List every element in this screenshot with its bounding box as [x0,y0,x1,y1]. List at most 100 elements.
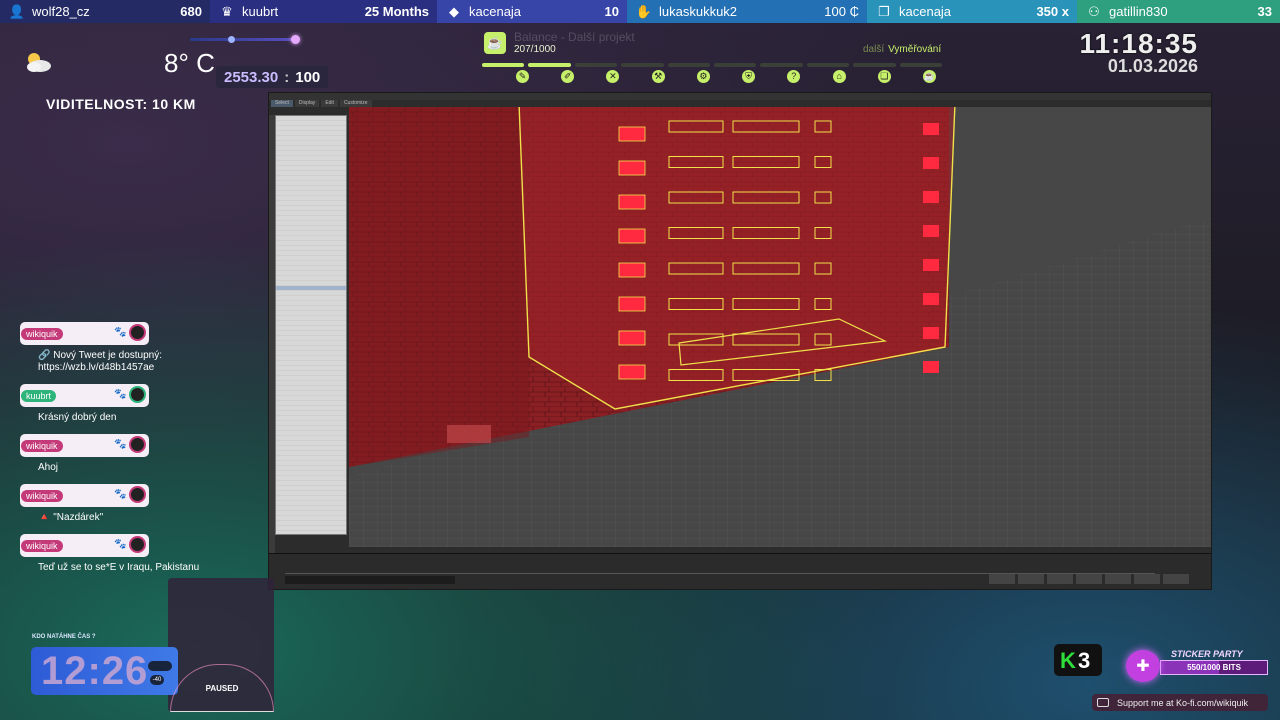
goal-bar-segment [714,63,757,67]
topbar-value: 680 [180,4,202,19]
goal-next-label: Vyměřování [888,44,942,55]
selected-window [923,225,939,237]
chat-message: wikiquik 🐾 Ahoj [20,434,220,474]
goal-bar-segment [806,63,850,67]
tools-icon: ✕ [606,70,620,83]
topbar-value: 100 ₵ [824,4,859,19]
chat-message: wikiquik 🐾 🔺 "Nazdárek" [20,484,220,524]
alert-topbar: 👤 wolf28_cz 680 ♛ kuubrt 25 Months ◆ kac… [0,0,1280,23]
selected-window [618,228,646,244]
topbar-donation: ✋ lukaskukkuk2 100 ₵ [627,0,867,23]
selected-window [618,330,646,346]
viewport-scene [349,107,1211,547]
kofi-text: Support me at Ko-fi.com/wikiquik [1117,697,1249,708]
clock-widget: 11:18:35 01.03.2026 [1079,28,1198,77]
3d-viewport[interactable] [349,107,1211,547]
goal-milestone-icons: ✎ ✐ ✕ ⚒ ⚙ ⛨? ⌂ ❏ ☕ [516,70,936,86]
topbar-raid: ⚇ gatillin830 33 [1077,0,1280,23]
kofi-cup-icon [1097,698,1109,707]
chat-username: wikiquik [21,489,63,502]
topbar-subscriber: ♛ kuubrt 25 Months [210,0,437,23]
chat-message: wikiquik 🐾 Teď už se to se*E v Iraqu, Pa… [20,534,220,574]
outliner-row[interactable] [276,531,346,534]
hammer-icon: ⚒ [651,70,665,83]
chat-text: Krásný dobrý den [38,412,117,423]
gift-icon: ❐ [878,3,890,19]
shield-icon: ⛨ [742,70,756,83]
chat-username: wikiquik [21,439,63,452]
goal-bar-segment [482,63,525,67]
timer-label: KDO NATÁHNE ČAS ? [32,634,96,640]
kofi-banner[interactable]: Support me at Ko-fi.com/wikiquik [1092,694,1268,711]
topbar-name: gatillin830 [1109,4,1168,19]
selected-window [923,361,939,373]
app-menubar[interactable] [269,93,1211,100]
bookmark-icon: ❏ [877,70,891,83]
sticker-party-goal: STICKER PARTY 550/1000 BITS ✚ [1126,646,1271,682]
timer-chip [148,661,172,671]
counter-max: 100 [295,68,321,86]
timer-chip-value: -40 [150,675,164,685]
chat-username: wikiquik [21,327,63,340]
chat-username-pill: wikiquik 🐾 [20,484,149,507]
sticker-count: 550/1000 BITS [1187,663,1241,672]
coffee-icon: ☕ [922,70,936,83]
paused-widget: PAUSED [170,664,274,712]
slider-knob [291,35,300,44]
chat-username: wikiquik [21,539,63,552]
goal-next: další Vyměřování [863,44,941,55]
goal-bar-segment [853,63,896,67]
chat-text: 🔺 "Nazdárek" [38,512,104,523]
tab-display[interactable]: Display [294,100,320,107]
selected-window [923,327,939,339]
selected-window [618,262,646,278]
tab-edit[interactable]: Edit [321,100,338,107]
chat-username-pill: wikiquik 🐾 [20,434,149,457]
selected-window [923,259,939,271]
topbar-gift: ❐ kacenaja 350 x [867,0,1077,23]
topbar-name: lukaskukkuk2 [659,4,738,19]
chat-username-pill: wikiquik 🐾 [20,322,149,345]
temperature: 8° C [164,48,215,78]
selected-window [923,157,939,169]
goal-bar-segment [621,63,664,67]
goal-bar-segment [667,63,711,67]
selected-window [618,364,646,380]
chat-message: kuubrt 🐾 Krásný dobrý den [20,384,220,424]
tab-select[interactable]: Select [271,100,293,107]
timeline-ruler[interactable] [285,564,1155,574]
paw-icon: 🐾 [114,327,127,338]
avatar [129,324,146,341]
k3-logo-k: K [1060,648,1076,673]
k3-logo-number: 3 [1078,648,1091,673]
maxscript-listener[interactable] [285,576,455,584]
hand-icon: ✋ [635,3,653,19]
paw-icon: 🐾 [114,389,127,400]
timeline-panel[interactable] [269,553,1211,589]
topbar-name: wolf28_cz [32,4,90,19]
diamond-icon: ◆ [449,3,459,19]
handshake-icon: ⚇ [1088,3,1100,19]
paw-icon: 🐾 [114,489,127,500]
sticker-progress-bar: 550/1000 BITS [1160,660,1268,675]
goal-bar-segment [528,63,571,67]
topbar-name: kacenaja [469,4,522,19]
chat-text: Ahoj [38,462,59,473]
outliner-tabs: Select Display Edit Customize [269,100,372,107]
topbar-name: kuubrt [242,4,279,19]
k3-logo: K 3 [1054,644,1102,676]
subathon-goal: ☕ Balance - Další projekt 207/1000 další… [480,28,945,90]
goal-bar-segment [899,63,943,67]
weather-widget: 8° C VIDITELNOST: 10 KM [18,46,248,116]
coffee-icon: ☕ [484,32,506,54]
crown-icon: ♛ [221,3,233,19]
user-plus-icon: 👤 [8,3,26,19]
heart-icon: ✚ [1126,650,1160,682]
tab-customize[interactable]: Customize [339,100,372,107]
home-icon: ⌂ [832,70,846,83]
selected-window [618,160,646,176]
topbar-follower: 👤 wolf28_cz 680 [0,0,210,23]
playback-controls[interactable] [989,574,1189,584]
goal-bar-segment [574,63,618,67]
scene-outliner[interactable] [275,115,347,535]
